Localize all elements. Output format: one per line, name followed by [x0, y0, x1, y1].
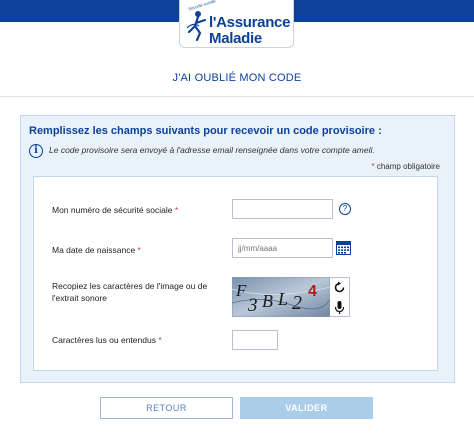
required-legend-text: champ obligatoire — [374, 162, 440, 171]
info-icon: i — [29, 144, 43, 158]
captcha-label-line1: Recopiez les caractères de l'image ou de — [52, 281, 208, 291]
ssn-required-mark: * — [174, 205, 179, 215]
form-panel: Remplissez les champs suivants pour rece… — [20, 115, 455, 383]
birthdate-required-mark: * — [137, 245, 141, 255]
ssn-label-text: Mon numéro de sécurité sociale — [52, 205, 173, 215]
svg-text:2: 2 — [292, 292, 302, 314]
svg-text:F: F — [235, 281, 247, 300]
captcha-answer-label-text: Caractères lus ou entendus — [52, 335, 156, 345]
panel-heading: Remplissez les champs suivants pour rece… — [29, 125, 382, 137]
brand-logo[interactable]: Sécurité sociale l'Assurance Maladie — [179, 0, 294, 48]
birthdate-label-text: Ma date de naissance — [52, 245, 136, 255]
captcha-answer-input[interactable] — [232, 330, 278, 350]
submit-button[interactable]: VALIDER — [240, 397, 373, 419]
info-notice: i Le code provisoire sera envoyé à l'adr… — [25, 142, 450, 160]
captcha-label: Recopiez les caractères de l'image ou de… — [52, 280, 207, 304]
captcha-answer-required-mark: * — [158, 335, 162, 345]
captcha-image: F 3 B L 2 4 — [232, 277, 330, 317]
svg-text:L: L — [277, 289, 288, 309]
back-button[interactable]: RETOUR — [100, 397, 233, 419]
svg-text:3: 3 — [247, 295, 258, 316]
calendar-icon[interactable] — [336, 240, 351, 255]
captcha-controls — [330, 277, 350, 317]
brand-name-line2: Maladie — [209, 30, 262, 47]
svg-text:4: 4 — [308, 283, 317, 300]
captcha-label-line2: l'extrait sonore — [52, 293, 108, 303]
birthdate-label: Ma date de naissance * — [52, 244, 141, 256]
question-circle-icon[interactable]: ? — [339, 203, 351, 215]
form-fields: Mon numéro de sécurité sociale * ? Ma da… — [33, 176, 438, 371]
microphone-icon[interactable] — [330, 298, 349, 317]
page-title: J'AI OUBLIÉ MON CODE — [172, 72, 302, 84]
refresh-icon[interactable] — [330, 278, 349, 297]
title-divider — [0, 96, 474, 97]
ssn-input[interactable] — [232, 199, 333, 219]
svg-text:B: B — [262, 291, 273, 311]
required-legend: * champ obligatoire — [372, 162, 441, 171]
brand-name-line1: l'Assurance — [209, 14, 291, 31]
captcha-answer-label: Caractères lus ou entendus * — [52, 334, 162, 346]
birthdate-input[interactable] — [232, 238, 333, 258]
logo-figure-icon — [186, 11, 207, 42]
info-text: Le code provisoire sera envoyé à l'adres… — [49, 145, 375, 155]
ssn-label: Mon numéro de sécurité sociale * — [52, 204, 178, 216]
